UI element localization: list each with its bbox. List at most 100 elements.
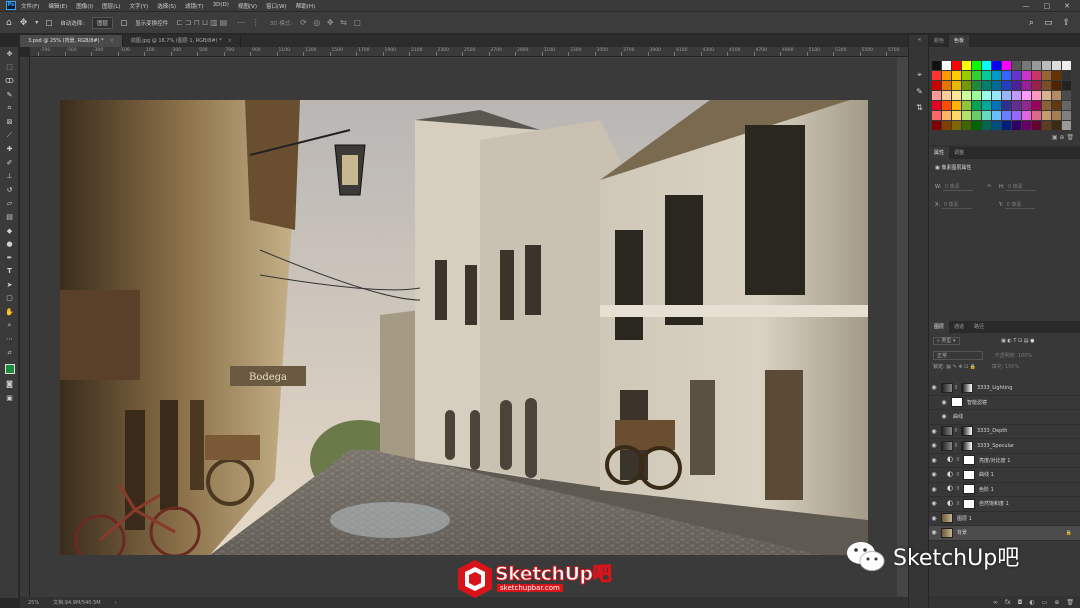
color-swatch[interactable] (1052, 121, 1061, 130)
color-swatch[interactable] (982, 121, 991, 130)
menu-item[interactable]: 图像(I) (76, 2, 93, 10)
color-swatch[interactable] (942, 71, 951, 80)
color-swatch[interactable] (932, 61, 941, 70)
swatch-footer-icons[interactable]: ▣ ⊕ 🗑 (1052, 134, 1074, 141)
filter-mask-thumbnail[interactable] (951, 397, 963, 408)
history-brush-tool-icon[interactable]: ↺ (0, 183, 19, 197)
color-swatch[interactable] (1052, 81, 1061, 90)
color-swatch[interactable] (1022, 121, 1031, 130)
layer-row[interactable]: ◉ 曲线 (929, 410, 1080, 425)
color-swatch[interactable] (1032, 81, 1041, 90)
menu-item[interactable]: 帮助(H) (296, 2, 315, 10)
color-swatch[interactable] (1002, 121, 1011, 130)
maximize-button[interactable]: □ (1044, 2, 1051, 10)
layer-visibility-eye-icon[interactable]: ◉ (929, 384, 939, 391)
color-swatch[interactable] (1022, 101, 1031, 110)
color-swatch[interactable] (1042, 111, 1051, 120)
color-swatch[interactable] (1012, 121, 1021, 130)
eraser-tool-icon[interactable]: ▱ (0, 197, 19, 211)
color-swatch[interactable] (1002, 111, 1011, 120)
gradient-tool-icon[interactable]: ▤ (0, 210, 19, 224)
close-window-button[interactable]: ✕ (1064, 2, 1070, 10)
move-tool-icon[interactable]: ✥ (20, 18, 28, 28)
folder-icon[interactable]: ▭ (1042, 599, 1048, 606)
collapse-chevron-icon[interactable]: « (909, 35, 930, 45)
color-swatch[interactable] (1052, 91, 1061, 100)
layer-row[interactable]: ◉ 8 3333_Depth (929, 425, 1080, 439)
add-mask-icon[interactable]: ◘ (1018, 599, 1023, 606)
show-transform-checkbox[interactable] (121, 19, 128, 26)
color-swatch[interactable] (1042, 71, 1051, 80)
new-layer-icon[interactable]: ⊕ (1054, 599, 1059, 606)
color-swatch[interactable] (1012, 101, 1021, 110)
color-swatch[interactable] (992, 81, 1001, 90)
layer-thumbnail[interactable] (941, 440, 953, 451)
color-swatch[interactable] (1042, 61, 1051, 70)
color-swatch[interactable] (1042, 121, 1051, 130)
color-swatch[interactable] (952, 81, 961, 90)
color-swatch[interactable] (1052, 111, 1061, 120)
tab-3-psd[interactable]: 3.psd @ 25% (背景, RGB/8#) * × (20, 35, 123, 47)
quick-select-tool-icon[interactable]: ✎ (0, 88, 19, 102)
hand-tool-icon[interactable]: ✋ (0, 305, 19, 319)
color-swatch[interactable] (1012, 61, 1021, 70)
brush-tool-icon[interactable]: ✐ (0, 156, 19, 170)
distribute-icons[interactable]: ⋯ ⋮ (237, 18, 262, 27)
layer-thumbnail[interactable] (941, 382, 953, 393)
layer-row[interactable]: ◉ 8 3333_Specular (929, 439, 1080, 454)
foreground-color-swatch[interactable] (4, 363, 15, 374)
color-swatches[interactable] (0, 360, 19, 378)
lock-icon[interactable]: 🔒 (1066, 530, 1072, 536)
color-swatch[interactable] (1002, 71, 1011, 80)
layer-mask-thumbnail[interactable] (961, 440, 973, 451)
color-swatch[interactable] (982, 71, 991, 80)
menu-item[interactable]: 文字(Y) (130, 2, 149, 10)
zoom-tool-icon[interactable]: ⌕ (0, 319, 19, 333)
layer-row[interactable]: ◉ ◐ 8 自然饱和度 1 (929, 497, 1080, 512)
color-swatch[interactable] (1052, 61, 1061, 70)
brush-settings-icon[interactable]: ✎ (909, 83, 930, 99)
tab-adjustments[interactable]: 调整 (949, 147, 969, 159)
stamp-tool-icon[interactable]: ⊥ (0, 169, 19, 183)
x-input[interactable]: 0 像素 (941, 201, 972, 209)
color-swatch[interactable] (1012, 111, 1021, 120)
eyedropper-tool-icon[interactable]: ⟋ (0, 129, 19, 143)
color-swatch[interactable] (1032, 91, 1041, 100)
menu-item[interactable]: 文件(F) (21, 2, 39, 10)
color-swatch[interactable] (1062, 61, 1071, 70)
minimize-button[interactable]: — (1023, 2, 1030, 10)
layer-row[interactable]: ◉ 智能滤镜 (929, 396, 1080, 410)
color-swatch[interactable] (992, 91, 1001, 100)
close-icon[interactable]: × (110, 38, 114, 44)
color-swatch[interactable] (962, 111, 971, 120)
color-swatch[interactable] (942, 101, 951, 110)
swap-colors-icon[interactable]: ⇄ (0, 346, 19, 360)
color-swatch[interactable] (942, 61, 951, 70)
menu-item[interactable]: 选择(S) (157, 2, 176, 10)
color-swatch[interactable] (972, 91, 981, 100)
vertical-ruler[interactable] (20, 57, 30, 597)
color-swatch[interactable] (982, 101, 991, 110)
color-swatch[interactable] (1062, 81, 1071, 90)
color-swatch[interactable] (952, 61, 961, 70)
color-swatch[interactable] (1062, 91, 1071, 100)
color-swatch[interactable] (952, 111, 961, 120)
color-swatch[interactable] (1022, 111, 1031, 120)
color-swatch[interactable] (982, 111, 991, 120)
move-tool-icon[interactable]: ✥ (0, 47, 19, 61)
layer-mask-thumbnail[interactable] (963, 455, 975, 466)
more-tools-icon[interactable]: ⋯ (0, 332, 19, 346)
color-swatch[interactable] (962, 71, 971, 80)
color-swatch[interactable] (1002, 61, 1011, 70)
layer-visibility-eye-icon[interactable]: ◉ (929, 457, 939, 464)
layer-mask-thumbnail[interactable] (963, 484, 975, 495)
layer-row[interactable]: ◉ ◐ 8 亮度/对比度 1 (929, 454, 1080, 468)
shape-tool-icon[interactable]: ▢ (0, 292, 19, 306)
color-swatch[interactable] (972, 121, 981, 130)
frame-tool-icon[interactable]: ⊠ (0, 115, 19, 129)
dodge-tool-icon[interactable]: ● (0, 237, 19, 251)
tab-channels[interactable]: 通道 (949, 321, 969, 333)
fx-icon[interactable]: fx (1005, 599, 1011, 606)
color-swatch[interactable] (962, 81, 971, 90)
layer-row[interactable]: ◉ 图层 1 (929, 512, 1080, 526)
